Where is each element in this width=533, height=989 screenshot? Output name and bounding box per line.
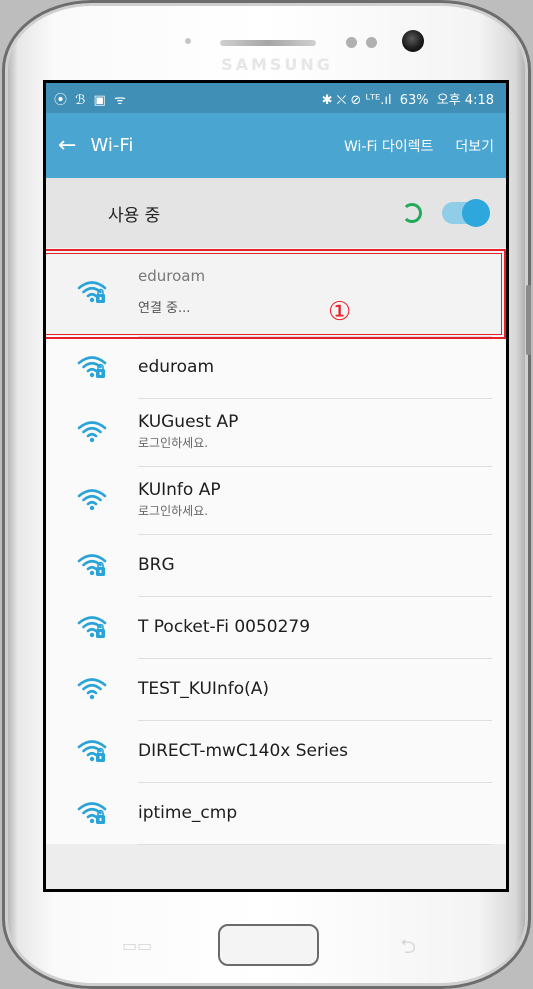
status-left-icons: ⦿ ℬ ▣ ᯤ [54, 89, 130, 108]
network-name: T Pocket-Fi 0050279 [138, 616, 311, 637]
wifi-icon [76, 676, 108, 702]
network-text: BRG [138, 534, 492, 597]
brand-logo: SAMSUNG [221, 55, 333, 74]
network-status: 로그인하세요. [138, 436, 209, 450]
network-item[interactable]: DIRECT-mwC140x Series [46, 720, 506, 783]
network-name: DIRECT-mwC140x Series [138, 740, 349, 761]
recent-apps-icon[interactable]: ▭▭ [122, 936, 152, 955]
proximity-sensor [346, 37, 357, 48]
switch-knob [462, 199, 490, 227]
status-icon-0: ⦿ [54, 92, 68, 108]
network-text: iptime_cmp [138, 782, 492, 845]
network-name: BRG [138, 554, 175, 575]
network-list: eduroam 연결 중... ① eduroam KUGuest AP 로그인하세요… [46, 248, 506, 845]
network-name: KUGuest AP [138, 412, 239, 432]
network-name: TEST_KUInfo(A) [138, 678, 270, 699]
earpiece-speaker [220, 40, 316, 46]
wifi-lock-icon [76, 614, 108, 640]
home-button[interactable] [218, 924, 319, 966]
toggle-label: 사용 중 [108, 205, 161, 226]
network-item[interactable]: eduroam [46, 336, 506, 399]
wifi-lock-icon [76, 738, 108, 764]
light-sensor [366, 37, 377, 48]
wifi-icon [76, 487, 108, 513]
network-name: KUInfo AP [138, 480, 221, 500]
status-right: ✱ ⛌ ⊘ ᴸᵀᴱ.ıl 63% 오후 4:18 [322, 89, 498, 108]
network-text: KUGuest AP 로그인하세요. [138, 398, 492, 467]
status-icon-2: ▣ [93, 92, 106, 108]
network-item[interactable]: T Pocket-Fi 0050279 [46, 596, 506, 659]
network-status: 로그인하세요. [138, 504, 209, 518]
network-item[interactable]: iptime_cmp [46, 782, 506, 845]
sensor-dot [185, 38, 191, 44]
wifi-lock-icon [76, 354, 108, 380]
wifi-switch[interactable] [442, 199, 490, 227]
more-button[interactable]: 더보기 [455, 136, 494, 156]
status-time: 오후 4:18 [436, 92, 494, 108]
status-bar: ⦿ ℬ ▣ ᯤ ✱ ⛌ ⊘ ᴸᵀᴱ.ıl 63% 오후 4:18 [46, 83, 506, 113]
wifi-icon [76, 419, 108, 445]
screen: ⦿ ℬ ▣ ᯤ ✱ ⛌ ⊘ ᴸᵀᴱ.ıl 63% 오후 4:18 ← Wi-Fi… [43, 80, 509, 892]
status-icon-1: ℬ [75, 92, 86, 108]
front-camera [402, 30, 424, 52]
network-item[interactable]: BRG [46, 534, 506, 597]
wifi-lock-icon [76, 552, 108, 578]
annotation-highlight-box: ① [46, 249, 506, 339]
power-button [526, 285, 531, 355]
network-name: eduroam [138, 356, 215, 377]
wifi-lock-icon [76, 800, 108, 826]
network-text: eduroam [138, 336, 492, 399]
app-bar: ← Wi-Fi Wi-Fi 다이렉트 더보기 [46, 113, 506, 178]
wifi-toggle-row[interactable]: 사용 중 [46, 178, 506, 248]
status-icon-3: ᯤ [113, 92, 126, 108]
network-item[interactable]: TEST_KUInfo(A) [46, 658, 506, 721]
status-indicators: ✱ ⛌ ⊘ ᴸᵀᴱ.ıl [321, 92, 392, 108]
back-arrow-icon[interactable]: ← [58, 133, 76, 158]
network-item[interactable]: KUInfo AP 로그인하세요. [46, 466, 506, 535]
page-title: Wi-Fi [90, 135, 134, 156]
network-text: KUInfo AP 로그인하세요. [138, 466, 492, 535]
annotation-marker: ① [328, 297, 352, 327]
network-name: iptime_cmp [138, 802, 238, 823]
network-text: DIRECT-mwC140x Series [138, 720, 492, 783]
network-item-connecting[interactable]: eduroam 연결 중... ① [46, 248, 506, 339]
phone-frame: SAMSUNG ⦿ ℬ ▣ ᯤ ✱ ⛌ ⊘ ᴸᵀᴱ.ıl 63% 오후 4:18… [2, 0, 531, 989]
back-key-icon[interactable]: ⮌ [400, 932, 416, 966]
scanning-spinner-icon [402, 203, 422, 223]
network-item[interactable]: KUGuest AP 로그인하세요. [46, 398, 506, 467]
network-text: TEST_KUInfo(A) [138, 658, 492, 721]
battery-level: 63% [399, 92, 429, 108]
network-text: T Pocket-Fi 0050279 [138, 596, 492, 659]
wifi-direct-button[interactable]: Wi-Fi 다이렉트 [344, 136, 433, 156]
